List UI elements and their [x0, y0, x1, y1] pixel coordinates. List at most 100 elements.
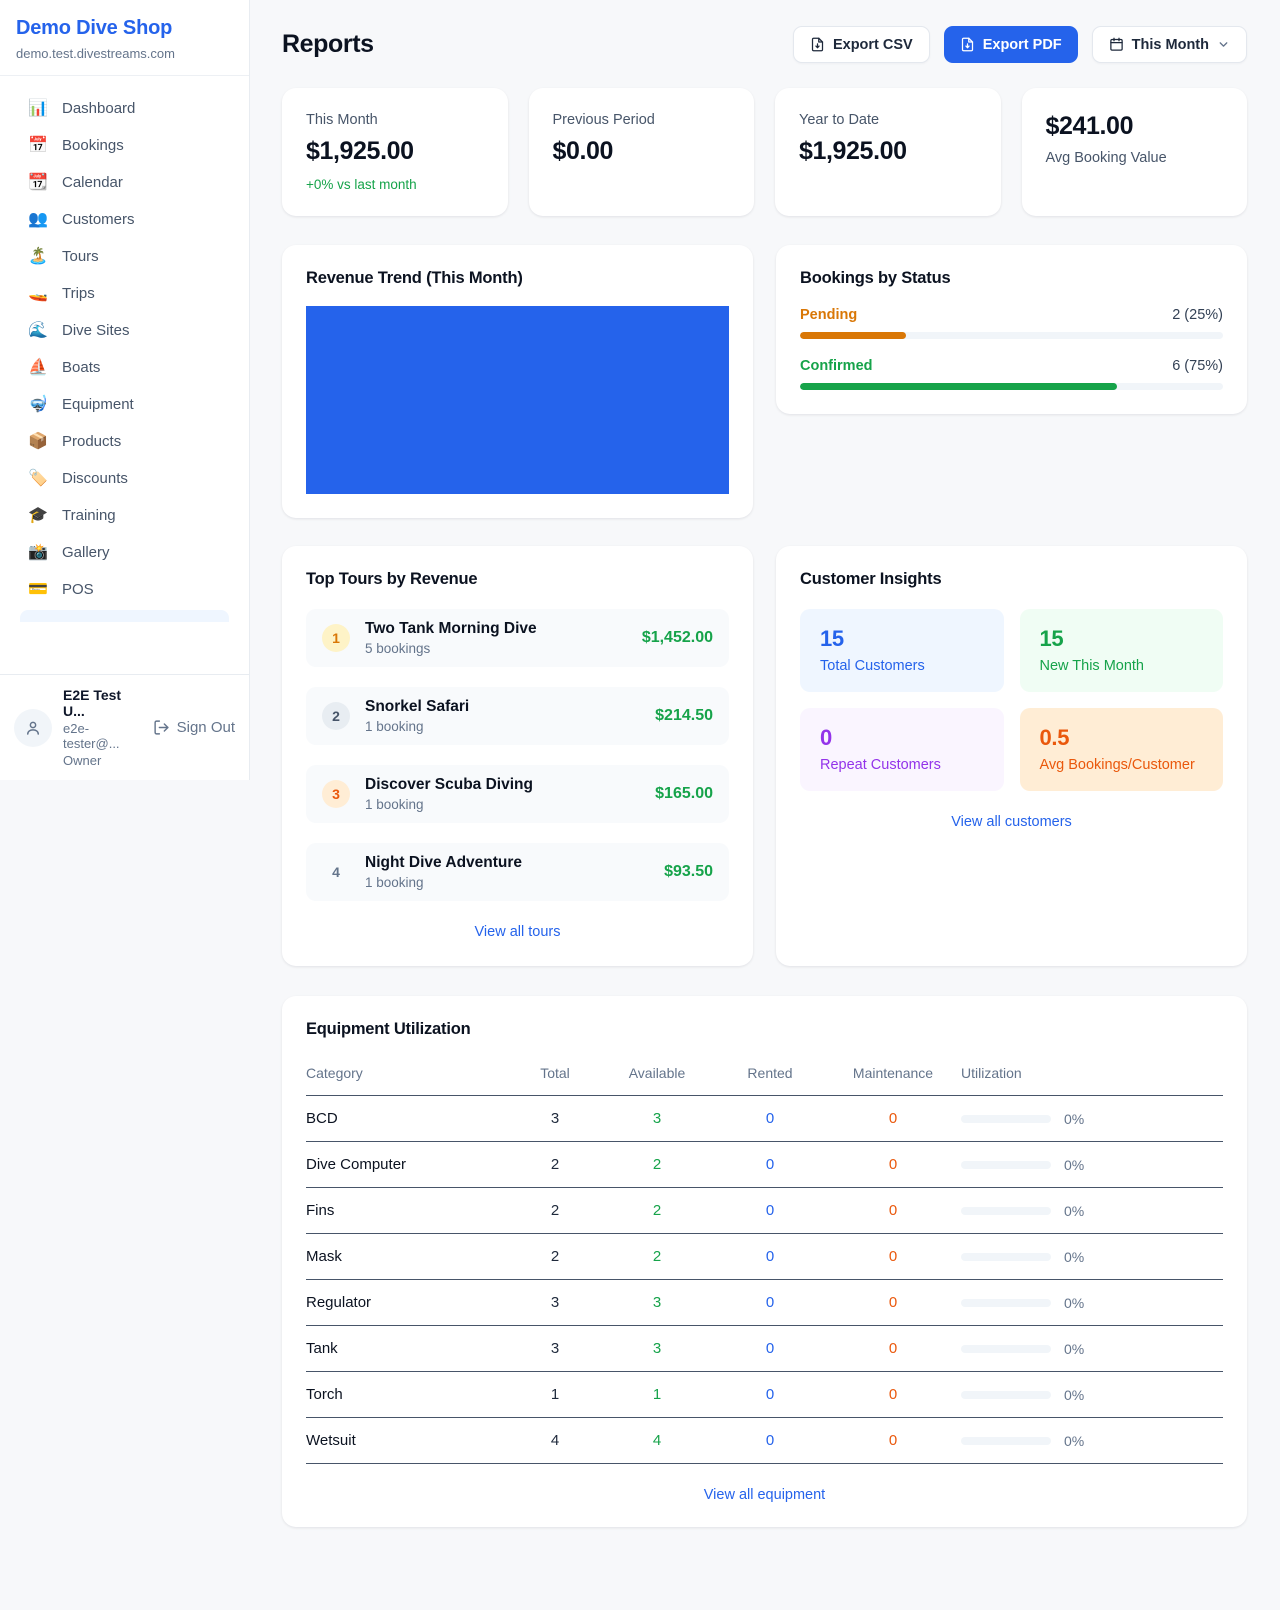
sidebar-active-item-partial[interactable] [20, 610, 229, 622]
equipment-utilization-cell: 0% [961, 1341, 1223, 1357]
view-all-equipment-link[interactable]: View all equipment [306, 1487, 1223, 1503]
utilization-track [961, 1253, 1051, 1261]
sidebar-item-trips[interactable]: 🚤 Trips [10, 275, 239, 312]
sidebar-item-tours[interactable]: 🏝️ Tours [10, 238, 239, 275]
equipment-utilization-cell: 0% [961, 1111, 1223, 1127]
insight-value: 15 [820, 626, 984, 652]
nav-item-label: Discounts [62, 470, 128, 487]
sidebar-item-dive-sites[interactable]: 🌊 Dive Sites [10, 312, 239, 349]
tour-bookings-count: 1 booking [365, 797, 533, 812]
status-row: Confirmed 6 (75%) [800, 358, 1223, 390]
sign-out-label: Sign Out [177, 719, 235, 736]
utilization-percent: 0% [1064, 1387, 1084, 1403]
tour-row[interactable]: 1 Two Tank Morning Dive 5 bookings $1,45… [306, 609, 729, 667]
stat-card-previous-period: Previous Period $0.00 [529, 88, 755, 216]
sidebar-item-gallery[interactable]: 📸 Gallery [10, 534, 239, 571]
utilization-percent: 0% [1064, 1341, 1084, 1357]
tour-row[interactable]: 4 Night Dive Adventure 1 booking $93.50 [306, 843, 729, 901]
utilization-track [961, 1207, 1051, 1215]
stat-card-avg-booking-value: $241.00 Avg Booking Value [1022, 88, 1248, 216]
sidebar-item-customers[interactable]: 👥 Customers [10, 201, 239, 238]
tour-revenue: $165.00 [655, 785, 713, 803]
main-content: Reports Export CSV Export PDF This Month [250, 0, 1280, 1610]
sidebar-item-bookings[interactable]: 📅 Bookings [10, 127, 239, 164]
status-progress-fill [800, 383, 1117, 390]
shop-name-link[interactable]: Demo Dive Shop [16, 17, 233, 40]
bookings-icon: 📅 [28, 138, 48, 154]
utilization-track [961, 1345, 1051, 1353]
dashboard-icon: 📊 [28, 101, 48, 117]
nav-item-label: Products [62, 433, 121, 450]
camera-icon: 📸 [28, 545, 48, 561]
equipment-table-header: Category Total Available Rented Maintena… [306, 1053, 1223, 1096]
status-label: Pending [800, 307, 857, 323]
tour-bookings-count: 1 booking [365, 875, 522, 890]
sidebar-item-boats[interactable]: ⛵ Boats [10, 349, 239, 386]
col-rented: Rented [715, 1065, 825, 1081]
sidebar-item-calendar[interactable]: 📆 Calendar [10, 164, 239, 201]
calendar-icon: 📆 [28, 175, 48, 191]
sidebar-item-training[interactable]: 🎓 Training [10, 497, 239, 534]
nav-item-label: Equipment [62, 396, 134, 413]
status-line: Pending 2 (25%) [800, 307, 1223, 323]
col-category: Category [306, 1065, 511, 1081]
equipment-rented: 0 [715, 1386, 825, 1403]
top-tours-title: Top Tours by Revenue [306, 570, 729, 589]
package-icon: 📦 [28, 434, 48, 450]
equipment-available: 3 [599, 1340, 715, 1357]
sidebar-item-discounts[interactable]: 🏷️ Discounts [10, 460, 239, 497]
equipment-category: Mask [306, 1248, 511, 1265]
equipment-row: Mask 2 2 0 0 0% [306, 1234, 1223, 1280]
user-email: e2e-tester@... [63, 721, 142, 751]
sidebar-item-dashboard[interactable]: 📊 Dashboard [10, 90, 239, 127]
equipment-row: Wetsuit 4 4 0 0 0% [306, 1418, 1223, 1464]
stat-label: Avg Booking Value [1046, 150, 1224, 166]
equipment-maintenance: 0 [825, 1294, 961, 1311]
period-selector[interactable]: This Month [1092, 26, 1247, 63]
equipment-row: Tank 3 3 0 0 0% [306, 1326, 1223, 1372]
nav-item-label: Dashboard [62, 100, 135, 117]
equipment-category: Regulator [306, 1294, 511, 1311]
view-all-tours-link[interactable]: View all tours [306, 924, 729, 940]
equipment-maintenance: 0 [825, 1156, 961, 1173]
nav-item-label: Customers [62, 211, 135, 228]
equipment-table: Category Total Available Rented Maintena… [306, 1053, 1223, 1464]
customer-insights-title: Customer Insights [800, 570, 1223, 589]
dive-mask-icon: 🤿 [28, 397, 48, 413]
col-total: Total [511, 1065, 599, 1081]
nav-item-label: Dive Sites [62, 322, 130, 339]
insight-tile: 15 New This Month [1020, 609, 1224, 692]
shop-domain: demo.test.divestreams.com [16, 46, 233, 61]
equipment-total: 2 [511, 1202, 599, 1219]
equipment-total: 3 [511, 1110, 599, 1127]
status-progress-track [800, 383, 1223, 390]
sidebar-item-products[interactable]: 📦 Products [10, 423, 239, 460]
revenue-trend-card: Revenue Trend (This Month) [282, 245, 753, 518]
sign-out-button[interactable]: Sign Out [153, 719, 235, 736]
equipment-rented: 0 [715, 1248, 825, 1265]
sidebar: Demo Dive Shop demo.test.divestreams.com… [0, 0, 250, 780]
grad-cap-icon: 🎓 [28, 508, 48, 524]
tour-name: Snorkel Safari [365, 698, 469, 716]
insight-tile: 15 Total Customers [800, 609, 1004, 692]
status-progress-fill [800, 332, 906, 339]
tour-row[interactable]: 2 Snorkel Safari 1 booking $214.50 [306, 687, 729, 745]
tag-icon: 🏷️ [28, 471, 48, 487]
insight-label: Repeat Customers [820, 757, 984, 773]
sidebar-item-equipment[interactable]: 🤿 Equipment [10, 386, 239, 423]
top-tours-card: Top Tours by Revenue 1 Two Tank Morning … [282, 546, 753, 966]
equipment-total: 2 [511, 1156, 599, 1173]
app-root: Demo Dive Shop demo.test.divestreams.com… [0, 0, 1280, 1610]
view-all-customers-link[interactable]: View all customers [800, 814, 1223, 830]
rank-badge: 4 [322, 858, 350, 886]
export-pdf-button[interactable]: Export PDF [944, 26, 1078, 63]
tour-row[interactable]: 3 Discover Scuba Diving 1 booking $165.0… [306, 765, 729, 823]
revenue-trend-chart [306, 306, 729, 494]
charts-row: Revenue Trend (This Month) Bookings by S… [282, 245, 1247, 518]
nav-item-label: Calendar [62, 174, 123, 191]
export-csv-button[interactable]: Export CSV [793, 26, 930, 63]
sidebar-item-pos[interactable]: 💳 POS [10, 571, 239, 608]
nav-item-label: Boats [62, 359, 100, 376]
equipment-category: Wetsuit [306, 1432, 511, 1449]
stat-label: This Month [306, 112, 484, 128]
